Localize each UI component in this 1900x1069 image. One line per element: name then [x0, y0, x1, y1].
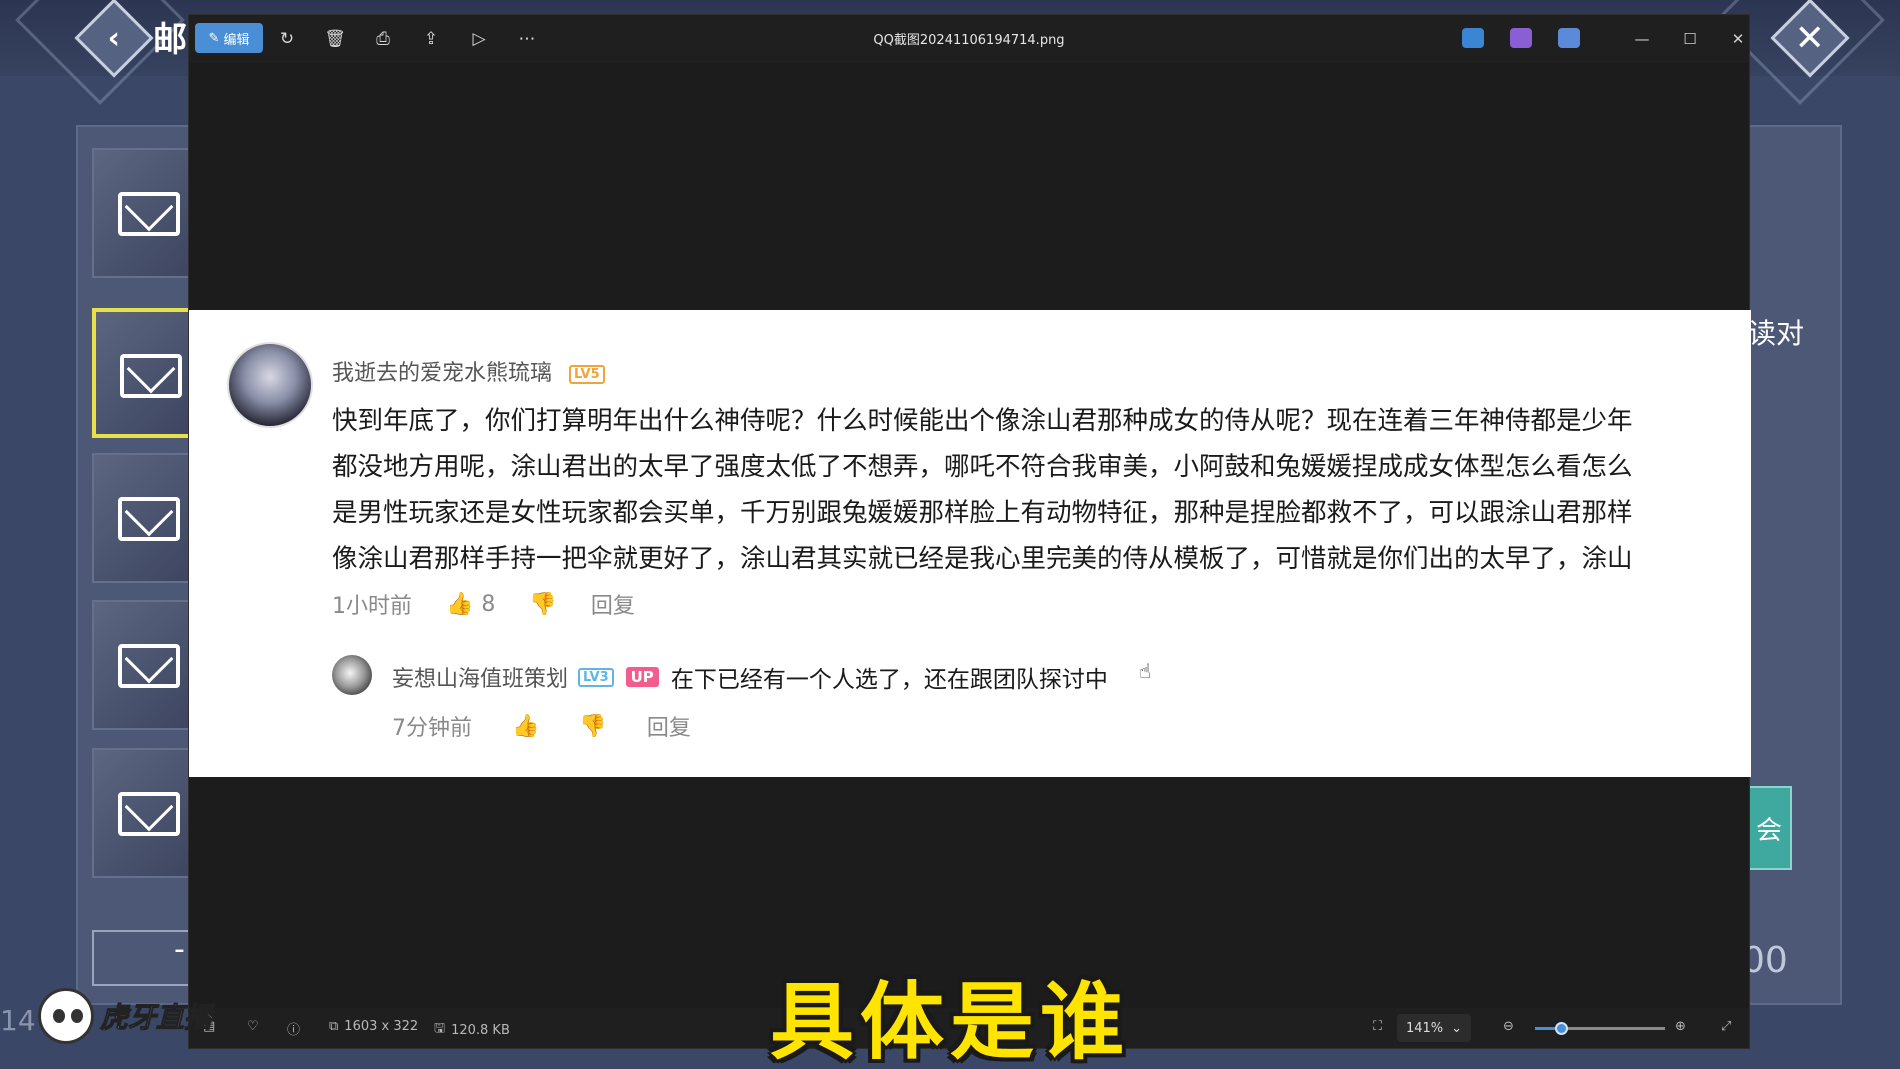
video-subtitle: 具体是谁	[769, 973, 1130, 1069]
up-badge: UP	[625, 667, 659, 687]
thumbs-down-icon: 👎	[579, 713, 607, 739]
reply-text: 在下已经有一个人选了，还在跟团队探讨中	[670, 667, 1108, 693]
claim-button[interactable]: 会	[1746, 786, 1792, 870]
mouse-cursor-icon: ☝	[1139, 659, 1152, 683]
thumbs-up-icon: 👍	[512, 713, 540, 739]
comment-line: 快到年底了，你们打算明年出什么神侍呢？什么时候能出个像涂山君那种成女的侍从呢？现…	[332, 406, 1633, 436]
reply-username: 妄想山海值班策划	[392, 667, 569, 692]
comment-username-text: 我逝去的爱宠水熊琉璃	[332, 361, 553, 386]
maximize-icon[interactable]: ☐	[1677, 27, 1703, 51]
reply-button[interactable]: 回复	[591, 588, 635, 620]
envelope-icon	[118, 792, 180, 836]
comment-username: 我逝去的爱宠水熊琉璃 LV5	[332, 355, 605, 387]
mail-list-item[interactable]	[92, 748, 192, 878]
reply-meta: 7分钟前 👍 👎 回复	[392, 710, 731, 742]
mail-list-item[interactable]	[92, 453, 192, 583]
thumbs-down-icon: 👎	[529, 591, 557, 617]
mail-list-item[interactable]	[92, 148, 192, 278]
comment-line: 是男性玩家还是女性玩家都会买单，千万别跟兔媛媛那样脸上有动物特征，那种是捏脸都救…	[332, 498, 1633, 528]
close-x-icon: ✕	[1794, 17, 1826, 59]
comment-line: 像涂山君那样手持一把伞就更好了，涂山君其实就已经是我心里完美的侍从模板了，可惜就…	[332, 544, 1633, 574]
photo-viewer-window: ✎ 编辑 ↻ 🗑 ⎙ ⇪ ▷ ⋯ QQ截图20241106194714.png …	[188, 14, 1751, 1049]
reply-dislike-button[interactable]: 👎	[579, 714, 606, 739]
comment-time: 1小时前	[332, 594, 412, 619]
reply-time: 7分钟前	[392, 716, 472, 741]
reply-like-button[interactable]: 👍	[512, 714, 539, 739]
like-button[interactable]: 👍 8	[446, 592, 495, 617]
comment-body: 快到年底了，你们打算明年出什么神侍呢？什么时候能出个像涂山君那种成女的侍从呢？现…	[332, 398, 1751, 582]
chevron-left-icon: ‹	[107, 20, 121, 56]
onedrive-icon[interactable]	[1558, 28, 1580, 48]
reply-content: 妄想山海值班策划 LV3 UP 在下已经有一个人选了，还在跟团队探讨中	[392, 660, 1108, 694]
close-icon[interactable]: ✕	[1725, 27, 1751, 51]
envelope-icon	[118, 644, 180, 688]
photos-app-icon[interactable]	[1462, 28, 1484, 48]
mail-side-label: 读对	[1748, 317, 1805, 350]
reply-level-badge: LV3	[578, 667, 614, 687]
thumbs-up-icon: 👍	[446, 591, 474, 617]
envelope-icon	[120, 354, 182, 398]
minimize-icon[interactable]: —	[1629, 27, 1655, 51]
mail-list-item[interactable]	[92, 600, 192, 730]
clipchamp-icon[interactable]	[1510, 28, 1532, 48]
displayed-image: 我逝去的爱宠水熊琉璃 LV5 快到年底了，你们打算明年出什么神侍呢？什么时候能出…	[189, 310, 1751, 777]
envelope-icon	[118, 192, 180, 236]
like-count: 8	[481, 591, 496, 617]
reply-reply-button[interactable]: 回复	[647, 710, 691, 742]
mail-list	[92, 148, 192, 888]
dislike-button[interactable]: 👎	[529, 592, 556, 617]
avatar	[227, 342, 313, 428]
mail-list-item-selected[interactable]	[92, 308, 192, 438]
envelope-icon	[118, 497, 180, 541]
game-page-title: 邮	[153, 20, 187, 60]
comment-line: 都没地方用呢，涂山君出的太早了强度太低了不想弄，哪吒不符合我审美，小阿鼓和兔媛媛…	[332, 452, 1633, 482]
level-badge: LV5	[569, 364, 605, 384]
viewer-toolbar: ✎ 编辑 ↻ 🗑 ⎙ ⇪ ▷ ⋯ QQ截图20241106194714.png …	[189, 15, 1749, 63]
reply-avatar	[332, 655, 372, 695]
comment-meta: 1小时前 👍 8 👎 回复	[332, 588, 669, 620]
